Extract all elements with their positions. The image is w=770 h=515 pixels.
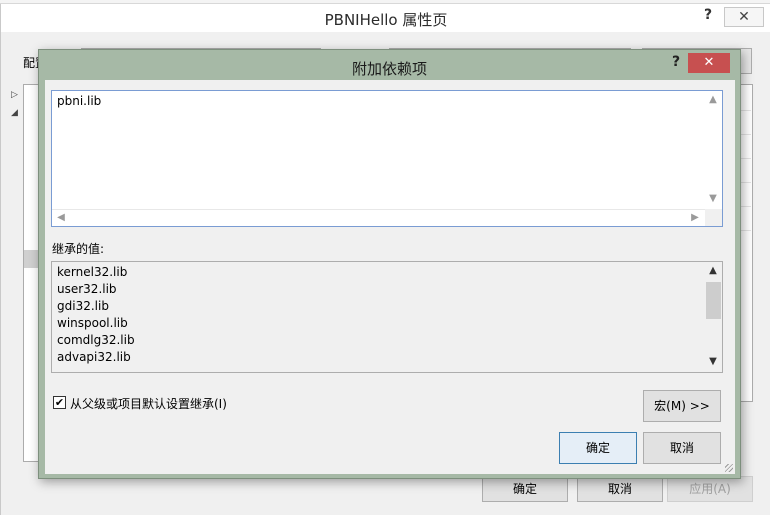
- tree-expand-icon[interactable]: ▷: [11, 90, 18, 100]
- dialog-body: pbni.lib ▲ ▼ ◀ ▶ 继承的值: kernel32.lib user…: [45, 80, 735, 474]
- additional-dependencies-dialog: 附加依赖项 ? ✕ pbni.lib ▲ ▼ ◀ ▶ 继承的值: kernel3…: [38, 49, 741, 479]
- outer-apply-button: 应用(A): [667, 476, 753, 502]
- dialog-title: 附加依赖项: [351, 60, 427, 78]
- dialog-help-icon[interactable]: ?: [665, 54, 687, 74]
- macros-button[interactable]: 宏(M) >>: [643, 390, 721, 422]
- property-pages-title: PBNIHello 属性页: [324, 11, 448, 29]
- scroll-up-icon[interactable]: ▲: [706, 265, 720, 276]
- outer-ok-button[interactable]: 确定: [482, 476, 568, 502]
- close-icon[interactable]: ✕: [724, 7, 764, 27]
- list-item: winspool.lib: [57, 316, 128, 330]
- inherited-values-label: 继承的值:: [52, 242, 105, 256]
- edit-horizontal-scrollbar[interactable]: ◀ ▶: [52, 209, 705, 226]
- list-item: kernel32.lib: [57, 265, 128, 279]
- dialog-close-icon[interactable]: ✕: [688, 53, 730, 73]
- scroll-left-icon[interactable]: ◀: [54, 212, 68, 223]
- property-pages-titlebar: PBNIHello 属性页 ? ✕: [1, 4, 770, 32]
- scrollbar-thumb[interactable]: [706, 282, 721, 319]
- list-item: advapi32.lib: [57, 350, 131, 364]
- dependencies-text[interactable]: pbni.lib: [57, 94, 101, 108]
- inherit-checkbox-label[interactable]: 从父级或项目默认设置继承(I): [70, 395, 227, 412]
- scroll-corner: [705, 209, 722, 226]
- inherited-vertical-scrollbar[interactable]: ▲ ▼: [705, 262, 722, 372]
- outer-cancel-button[interactable]: 取消: [577, 476, 663, 502]
- edit-vertical-scrollbar[interactable]: ▲ ▼: [705, 91, 722, 210]
- list-item: gdi32.lib: [57, 299, 109, 313]
- list-item: user32.lib: [57, 282, 117, 296]
- scroll-right-icon[interactable]: ▶: [688, 212, 702, 223]
- checkmark-icon: ✔: [54, 396, 65, 409]
- help-icon[interactable]: ?: [697, 7, 719, 27]
- dependencies-edit-box[interactable]: pbni.lib ▲ ▼ ◀ ▶: [51, 90, 723, 227]
- cancel-button[interactable]: 取消: [643, 432, 721, 464]
- tree-collapse-icon[interactable]: ◢: [11, 108, 18, 118]
- resize-grip-icon[interactable]: [725, 464, 733, 472]
- inherit-checkbox[interactable]: ✔: [53, 396, 66, 409]
- ok-button[interactable]: 确定: [559, 432, 637, 464]
- inherited-values-list[interactable]: kernel32.lib user32.lib gdi32.lib winspo…: [51, 261, 723, 373]
- scroll-down-icon[interactable]: ▼: [706, 193, 720, 204]
- list-item: comdlg32.lib: [57, 333, 135, 347]
- scroll-down-icon[interactable]: ▼: [706, 356, 720, 367]
- scroll-up-icon[interactable]: ▲: [706, 94, 720, 105]
- inherited-list: kernel32.lib user32.lib gdi32.lib winspo…: [57, 264, 135, 366]
